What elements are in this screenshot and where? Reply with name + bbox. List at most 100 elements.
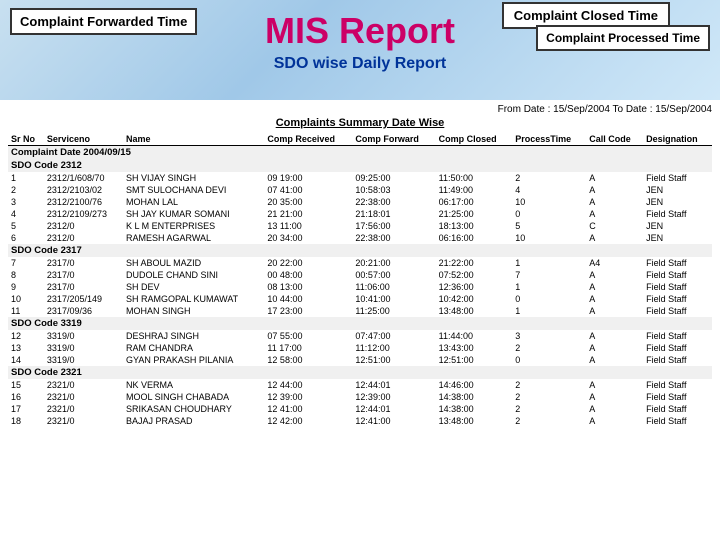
- cell-name: SH JAY KUMAR SOMANI: [123, 208, 264, 220]
- col-processtime: ProcessTime: [512, 133, 586, 146]
- table-row: 92317/0SH DEV08 13:0011:06:0012:36:001AF…: [8, 281, 712, 293]
- cell-process: 2: [512, 391, 586, 403]
- col-comp-forward: Comp Forward: [352, 133, 435, 146]
- table-row: 133319/0RAM CHANDRA11 17:0011:12:0013:43…: [8, 342, 712, 354]
- cell-name: NK VERMA: [123, 379, 264, 391]
- cell-process: 0: [512, 208, 586, 220]
- cell-call_code: A: [586, 184, 643, 196]
- cell-forward: 12:51:00: [352, 354, 435, 366]
- cell-sr: 17: [8, 403, 44, 415]
- cell-designation: Field Staff: [643, 379, 712, 391]
- cell-received: 12 41:00: [264, 403, 352, 415]
- cell-sr: 2: [8, 184, 44, 196]
- cell-forward: 22:38:00: [352, 196, 435, 208]
- cell-forward: 10:41:00: [352, 293, 435, 305]
- cell-service: 2321/0: [44, 391, 123, 403]
- cell-designation: Field Staff: [643, 172, 712, 184]
- cell-service: 3319/0: [44, 342, 123, 354]
- cell-call_code: A: [586, 281, 643, 293]
- table-row: 102317/205/149SH RAMGOPAL KUMAWAT10 44:0…: [8, 293, 712, 305]
- cell-call_code: A: [586, 403, 643, 415]
- table-row: 22312/2103/02SMT SULOCHANA DEVI07 41:001…: [8, 184, 712, 196]
- cell-forward: 12:44:01: [352, 403, 435, 415]
- cell-sr: 3: [8, 196, 44, 208]
- cell-sr: 12: [8, 330, 44, 342]
- cell-designation: Field Staff: [643, 391, 712, 403]
- cell-service: 2317/0: [44, 281, 123, 293]
- cell-designation: Field Staff: [643, 208, 712, 220]
- cell-service: 2312/0: [44, 220, 123, 232]
- cell-sr: 6: [8, 232, 44, 244]
- cell-service: 2321/0: [44, 379, 123, 391]
- cell-service: 3319/0: [44, 330, 123, 342]
- cell-forward: 11:25:00: [352, 305, 435, 317]
- cell-designation: Field Staff: [643, 342, 712, 354]
- cell-name: MOOL SINGH CHABADA: [123, 391, 264, 403]
- cell-name: K L M ENTERPRISES: [123, 220, 264, 232]
- cell-sr: 8: [8, 269, 44, 281]
- cell-received: 00 48:00: [264, 269, 352, 281]
- cell-name: DUDOLE CHAND SINI: [123, 269, 264, 281]
- sdo-code-row: SDO Code 2317: [8, 244, 712, 257]
- col-srno: Sr No: [8, 133, 44, 146]
- cell-forward: 12:44:01: [352, 379, 435, 391]
- cell-process: 0: [512, 293, 586, 305]
- complaint-forwarded-box: Complaint Forwarded Time: [10, 8, 197, 35]
- cell-designation: JEN: [643, 196, 712, 208]
- cell-process: 5: [512, 220, 586, 232]
- cell-closed: 06:17:00: [436, 196, 513, 208]
- content-area: From Date : 15/Sep/2004 To Date : 15/Sep…: [0, 100, 720, 540]
- table-row: 42312/2109/273SH JAY KUMAR SOMANI21 21:0…: [8, 208, 712, 220]
- cell-forward: 11:06:00: [352, 281, 435, 293]
- cell-closed: 07:52:00: [436, 269, 513, 281]
- cell-call_code: A: [586, 391, 643, 403]
- table-row: 112317/09/36MOHAN SINGH17 23:0011:25:001…: [8, 305, 712, 317]
- cell-received: 07 41:00: [264, 184, 352, 196]
- cell-call_code: A: [586, 232, 643, 244]
- cell-closed: 06:16:00: [436, 232, 513, 244]
- cell-closed: 12:36:00: [436, 281, 513, 293]
- cell-forward: 10:58:03: [352, 184, 435, 196]
- cell-name: RAM CHANDRA: [123, 342, 264, 354]
- cell-designation: Field Staff: [643, 403, 712, 415]
- report-table: Sr No Serviceno Name Comp Received Comp …: [8, 133, 712, 427]
- cell-received: 13 11:00: [264, 220, 352, 232]
- cell-forward: 20:21:00: [352, 257, 435, 269]
- cell-designation: Field Staff: [643, 269, 712, 281]
- cell-sr: 15: [8, 379, 44, 391]
- cell-name: SH VIJAY SINGH: [123, 172, 264, 184]
- cell-designation: Field Staff: [643, 415, 712, 427]
- cell-call_code: A: [586, 172, 643, 184]
- cell-received: 08 13:00: [264, 281, 352, 293]
- cell-sr: 4: [8, 208, 44, 220]
- cell-closed: 13:43:00: [436, 342, 513, 354]
- cell-call_code: A: [586, 330, 643, 342]
- sdo-code-row: SDO Code 2312: [8, 159, 712, 172]
- cell-name: MOHAN SINGH: [123, 305, 264, 317]
- cell-name: GYAN PRAKASH PILANIA: [123, 354, 264, 366]
- cell-name: SH RAMGOPAL KUMAWAT: [123, 293, 264, 305]
- cell-closed: 21:25:00: [436, 208, 513, 220]
- mis-report-title: MIS Report: [265, 10, 455, 52]
- cell-closed: 10:42:00: [436, 293, 513, 305]
- cell-forward: 11:12:00: [352, 342, 435, 354]
- col-callcode: Call Code: [586, 133, 643, 146]
- cell-service: 2312/2109/273: [44, 208, 123, 220]
- cell-process: 3: [512, 330, 586, 342]
- cell-process: 2: [512, 342, 586, 354]
- cell-closed: 21:22:00: [436, 257, 513, 269]
- header: Complaint Forwarded Time MIS Report SDO …: [0, 0, 720, 100]
- cell-call_code: A: [586, 305, 643, 317]
- cell-closed: 13:48:00: [436, 305, 513, 317]
- col-designation: Designation: [643, 133, 712, 146]
- col-serviceno: Serviceno: [44, 133, 123, 146]
- cell-received: 07 55:00: [264, 330, 352, 342]
- complaint-date-row: Complaint Date 2004/09/15: [8, 146, 712, 160]
- cell-designation: Field Staff: [643, 354, 712, 366]
- cell-closed: 18:13:00: [436, 220, 513, 232]
- cell-process: 2: [512, 172, 586, 184]
- cell-sr: 5: [8, 220, 44, 232]
- cell-sr: 11: [8, 305, 44, 317]
- cell-forward: 12:41:00: [352, 415, 435, 427]
- cell-closed: 11:44:00: [436, 330, 513, 342]
